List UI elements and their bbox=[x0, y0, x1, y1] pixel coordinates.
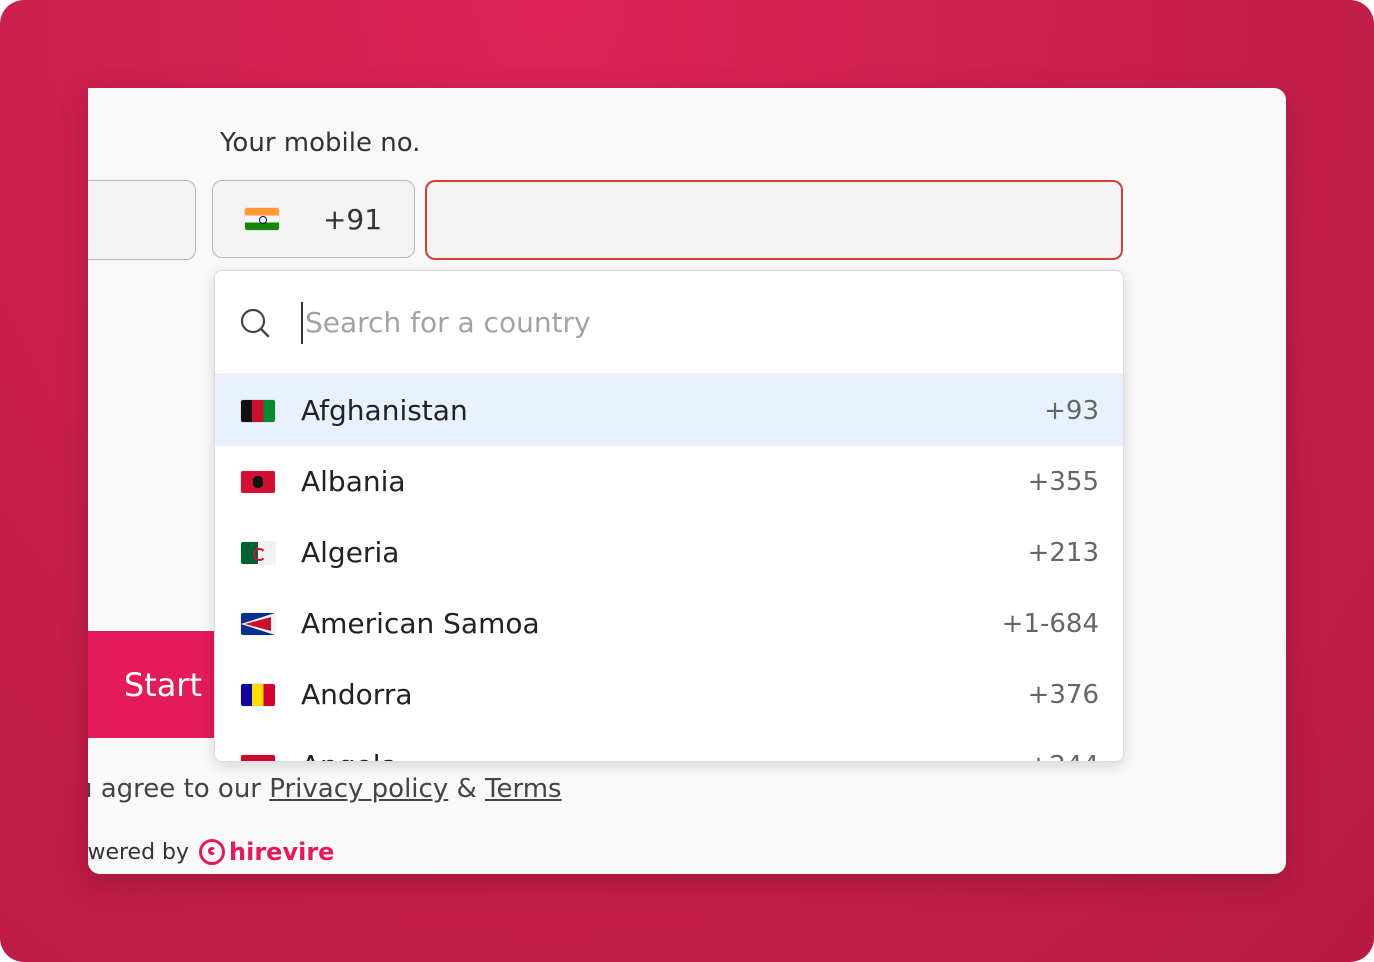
country-name: Algeria bbox=[301, 536, 400, 569]
agree-text: u agree to our bbox=[88, 774, 261, 804]
country-code-button[interactable]: +91 bbox=[212, 180, 415, 258]
country-dial-code: +355 bbox=[1027, 466, 1099, 497]
country-name: Angola bbox=[301, 749, 1028, 761]
app-background: Your mobile no. +91 Start u agree to our… bbox=[0, 0, 1374, 962]
andorra-flag-icon bbox=[241, 683, 275, 706]
american-samoa-flag-icon bbox=[241, 612, 275, 635]
country-dropdown: Afghanistan +93 Albania +355 Algeria +21… bbox=[214, 270, 1124, 762]
country-name: Albania bbox=[301, 465, 406, 498]
country-code-value: +91 bbox=[322, 202, 383, 236]
terms-notice: u agree to our Privacy policy & Terms bbox=[88, 774, 562, 804]
india-flag-icon bbox=[244, 208, 279, 230]
country-list: Afghanistan +93 Albania +355 Algeria +21… bbox=[215, 375, 1123, 762]
country-dial-code: +376 bbox=[1027, 679, 1099, 710]
afghanistan-flag-icon bbox=[241, 399, 275, 422]
search-icon bbox=[240, 308, 270, 337]
hirevire-logo-icon bbox=[199, 839, 226, 865]
country-name: Andorra bbox=[301, 678, 413, 711]
country-option-american-samoa[interactable]: American Samoa +1-684 bbox=[215, 588, 1123, 659]
name-field[interactable] bbox=[88, 180, 196, 260]
country-option-algeria[interactable]: Algeria +213 bbox=[215, 517, 1123, 588]
country-option-afghanistan[interactable]: Afghanistan +93 bbox=[215, 375, 1123, 446]
brand-logo[interactable]: hirevire bbox=[199, 838, 334, 866]
country-search-row bbox=[215, 271, 1123, 375]
ampersand: & bbox=[456, 774, 477, 804]
country-option-andorra[interactable]: Andorra +376 bbox=[215, 659, 1123, 730]
country-name: Afghanistan bbox=[301, 394, 468, 427]
brand-name: hirevire bbox=[229, 838, 335, 866]
country-dial-code: +244 bbox=[1028, 751, 1099, 762]
country-dial-code: +93 bbox=[1044, 395, 1099, 426]
algeria-flag-icon bbox=[241, 541, 275, 564]
country-search-input[interactable] bbox=[301, 301, 1067, 344]
mobile-label: Your mobile no. bbox=[220, 128, 421, 158]
angola-flag-icon bbox=[241, 754, 275, 761]
terms-link[interactable]: Terms bbox=[485, 774, 562, 804]
albania-flag-icon bbox=[241, 470, 275, 493]
powered-by: owered by hirevire bbox=[88, 838, 334, 866]
country-dial-code: +1-684 bbox=[1001, 608, 1099, 639]
country-option-albania[interactable]: Albania +355 bbox=[215, 446, 1123, 517]
start-button[interactable]: Start bbox=[88, 631, 218, 738]
powered-by-text: owered by bbox=[88, 839, 190, 865]
country-dial-code: +213 bbox=[1027, 537, 1099, 568]
privacy-policy-link[interactable]: Privacy policy bbox=[269, 774, 448, 804]
country-name: American Samoa bbox=[301, 607, 540, 640]
signup-card: Your mobile no. +91 Start u agree to our… bbox=[88, 88, 1286, 874]
phone-number-input[interactable] bbox=[425, 180, 1123, 260]
country-option-angola[interactable]: Angola +244 bbox=[215, 730, 1123, 762]
